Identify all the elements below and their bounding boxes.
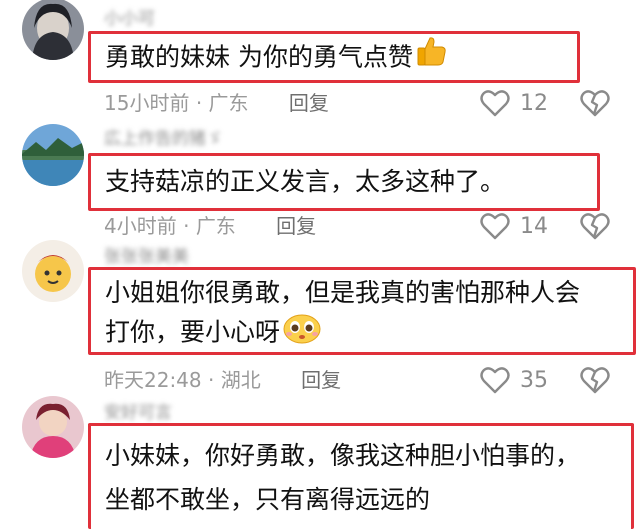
broken-heart-icon bbox=[580, 367, 610, 394]
location: 广东 bbox=[208, 91, 249, 115]
like-count: 14 bbox=[520, 213, 548, 239]
comment-text: 小姐姐你很勇敢，但是我真的害怕那种人会 打你，要小心呀 bbox=[88, 267, 636, 355]
heart-icon bbox=[480, 367, 510, 394]
username[interactable]: 安好可言 bbox=[104, 398, 214, 423]
comment-meta: 4小时前 · 广东 回复 bbox=[104, 214, 317, 238]
like-count: 12 bbox=[520, 90, 548, 116]
location: 广东 bbox=[195, 214, 236, 238]
dislike-button[interactable] bbox=[580, 211, 610, 241]
username[interactable]: 広上作告的猪ゞ bbox=[104, 124, 254, 149]
like-button[interactable]: 12 bbox=[480, 88, 548, 118]
dislike-button[interactable] bbox=[580, 365, 610, 395]
like-button[interactable]: 14 bbox=[480, 211, 548, 241]
avatar[interactable] bbox=[22, 240, 84, 302]
reply-button[interactable]: 回复 bbox=[276, 214, 316, 238]
dislike-button[interactable] bbox=[580, 88, 610, 118]
teary-face-emoji bbox=[282, 312, 322, 355]
comment-meta: 昨天22:48 · 湖北 回复 bbox=[104, 368, 342, 392]
like-button[interactable]: 35 bbox=[480, 365, 548, 395]
comment-text: 勇敢的妹妹 为你的勇气点赞 bbox=[88, 31, 580, 83]
location: 湖北 bbox=[220, 368, 261, 392]
timestamp: 15小时前 bbox=[104, 91, 190, 115]
comment-meta: 15小时前 · 广东 回复 bbox=[104, 91, 329, 115]
timestamp: 昨天22:48 bbox=[104, 368, 202, 392]
timestamp: 4小时前 bbox=[104, 214, 177, 238]
avatar[interactable] bbox=[22, 0, 84, 60]
heart-icon bbox=[480, 90, 510, 117]
username[interactable]: 小小可 bbox=[104, 4, 264, 29]
broken-heart-icon bbox=[580, 90, 610, 117]
heart-icon bbox=[480, 213, 510, 240]
thumbs-up-emoji bbox=[415, 34, 449, 83]
comment-text: 小妹妹，你好勇敢，像我这种胆小怕事的， 坐都不敢坐，只有离得远远的 bbox=[88, 423, 634, 529]
reply-button[interactable]: 回复 bbox=[289, 91, 329, 115]
reply-button[interactable]: 回复 bbox=[301, 368, 341, 392]
avatar[interactable] bbox=[22, 396, 84, 458]
avatar[interactable] bbox=[22, 124, 84, 186]
broken-heart-icon bbox=[580, 213, 610, 240]
comment-text: 支持菇凉的正义发言，太多这种了。 bbox=[88, 153, 600, 211]
like-count: 35 bbox=[520, 367, 548, 393]
username[interactable]: 张张张美美 bbox=[104, 242, 224, 267]
